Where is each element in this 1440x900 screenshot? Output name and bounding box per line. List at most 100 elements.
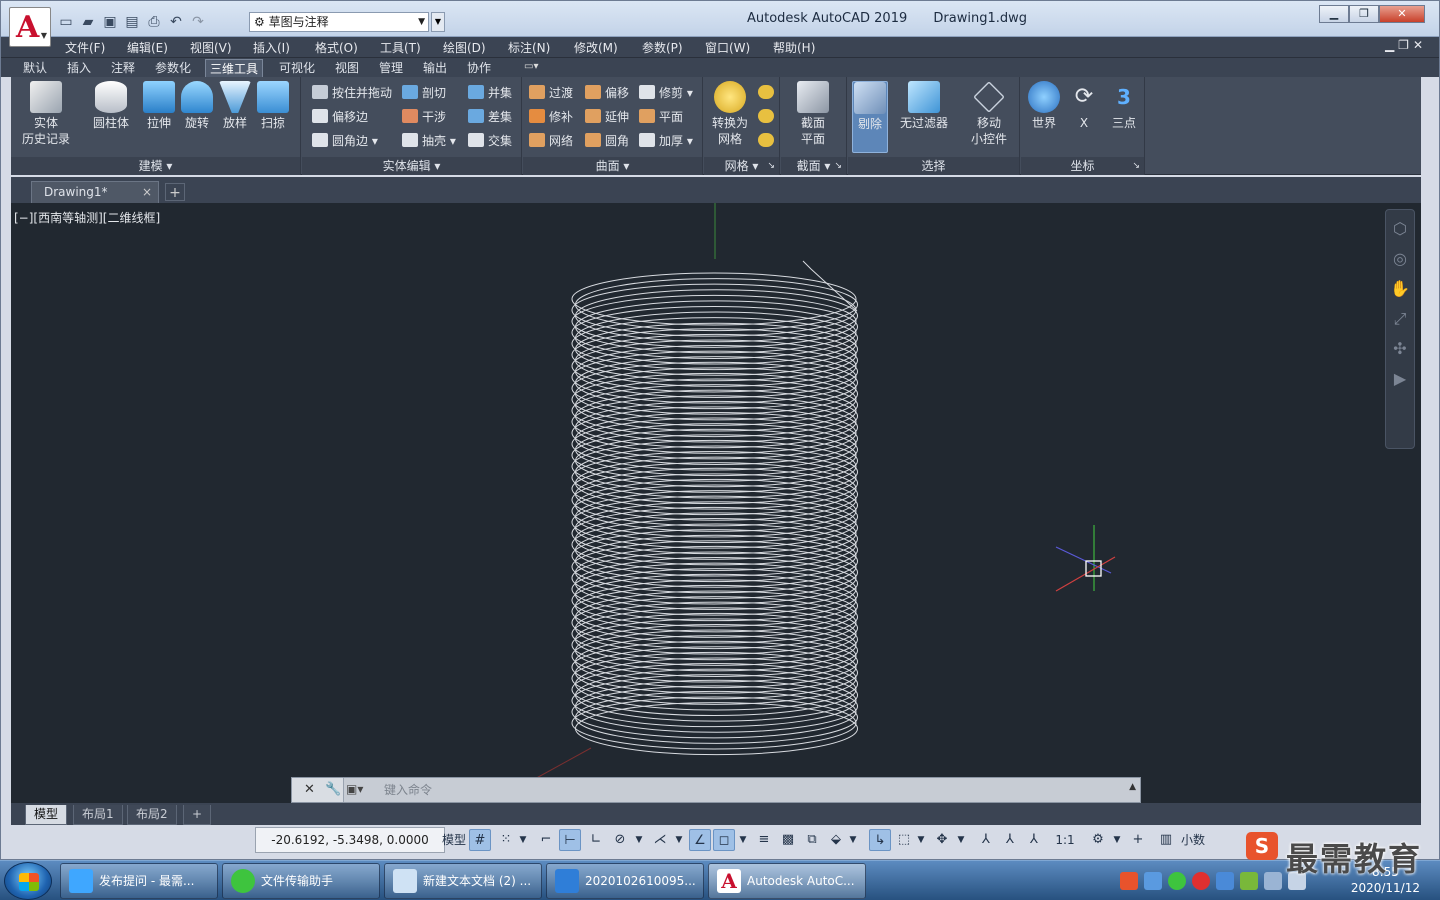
undo-icon[interactable]: ↶ — [167, 13, 185, 31]
annotation-visibility-icon[interactable]: ⅄ — [975, 829, 997, 851]
infer-constraints-icon[interactable]: ⌐ — [535, 829, 557, 851]
auto-scale-icon[interactable]: ⅄ — [999, 829, 1021, 851]
menu-modify[interactable]: 修改(M) — [574, 39, 618, 56]
taskbar-item-recording[interactable]: 2020102610095... — [546, 863, 704, 899]
chevron-down-icon[interactable]: ▼ — [737, 829, 749, 851]
shell-button[interactable]: 抽壳 ▾ — [402, 131, 456, 151]
dynamic-input-icon[interactable]: ⊢ — [559, 829, 581, 851]
intersect-button[interactable]: 交集 — [468, 131, 512, 151]
transparency-icon[interactable]: ▩ — [777, 829, 799, 851]
patch-button[interactable]: 修补 — [529, 107, 573, 127]
tab-parametric[interactable]: 参数化 — [151, 59, 195, 77]
ortho-icon[interactable]: ∟ — [585, 829, 607, 851]
mesh-crease-button[interactable] — [758, 131, 778, 151]
dynamic-ucs-icon[interactable]: ↳ — [869, 829, 891, 851]
sweep-button[interactable]: 扫掠 — [253, 81, 293, 131]
offset-button[interactable]: 偏移 — [585, 83, 629, 103]
close-icon[interactable]: ✕ — [304, 782, 315, 797]
gear-icon[interactable]: ⚙ — [1087, 829, 1109, 851]
ucs-x-button[interactable]: ⟳ X — [1067, 81, 1101, 131]
tab-layout2[interactable]: 布局2 — [127, 805, 177, 825]
chevron-down-icon[interactable]: ▼ — [517, 829, 529, 851]
drawing-viewport[interactable]: [−][西南等轴测][二维线框] ⬡ ◎ ✋ ⤢ ✣ ▶ — [11, 203, 1421, 803]
chevron-down-icon[interactable]: ▼ — [673, 829, 685, 851]
3d-osnap-icon[interactable]: ⬙ — [825, 829, 847, 851]
menu-draw[interactable]: 绘图(D) — [443, 39, 486, 56]
taskbar-item-autocad[interactable]: A Autodesk AutoC... — [708, 863, 866, 899]
tab-view[interactable]: 视图 — [331, 59, 363, 77]
selection-filter-icon[interactable]: ⬚ — [893, 829, 915, 851]
save-icon[interactable]: ▣ — [101, 13, 119, 31]
tab-default[interactable]: 默认 — [19, 59, 51, 77]
taskbar-item-browser[interactable]: 发布提问 - 最需... — [60, 863, 218, 899]
panel-coordinates-title[interactable]: 坐标 ↘ — [1021, 157, 1144, 175]
menu-window[interactable]: 窗口(W) — [705, 39, 750, 56]
presspull-button[interactable]: 按住并拖动 — [312, 83, 392, 103]
file-tab-drawing1[interactable]: Drawing1* × — [31, 181, 159, 203]
orbit-icon[interactable]: ✣ — [1389, 338, 1411, 360]
pan-hand-icon[interactable]: ✋ — [1389, 278, 1411, 300]
viewport-label[interactable]: [−][西南等轴测][二维线框] — [14, 209, 160, 226]
start-button[interactable] — [4, 862, 52, 900]
blend-button[interactable]: 过渡 — [529, 83, 573, 103]
move-gizmo-button[interactable]: 移动 小控件 — [964, 81, 1014, 147]
panel-section-title[interactable]: 截面 ▾ ↘ — [781, 157, 846, 175]
security-shield-icon[interactable] — [1216, 872, 1234, 890]
new-file-icon[interactable]: ▭ — [57, 13, 75, 31]
new-tab-button[interactable]: + — [165, 183, 185, 201]
chevron-down-icon[interactable]: ▼ — [955, 829, 967, 851]
menu-dimension[interactable]: 标注(N) — [508, 39, 550, 56]
close-button[interactable]: ✕ — [1379, 5, 1425, 23]
sogou-input-icon[interactable] — [1120, 872, 1138, 890]
interfere-button[interactable]: 干涉 — [402, 107, 446, 127]
panel-modeling-title[interactable]: 建模 ▾ — [11, 157, 300, 175]
mesh-smooth-button[interactable] — [758, 83, 778, 103]
tab-output[interactable]: 输出 — [419, 59, 451, 77]
ucs-world-button[interactable]: 世界 — [1027, 81, 1061, 131]
annotation-scale-icon[interactable]: ⅄ — [1023, 829, 1045, 851]
close-icon[interactable]: × — [142, 182, 152, 202]
convert-to-mesh-button[interactable]: 转换为 网格 — [708, 81, 752, 147]
selection-cycling-icon[interactable]: ⧉ — [801, 829, 823, 851]
chevron-up-icon[interactable]: ▲ — [1129, 782, 1136, 792]
tab-layout1[interactable]: 布局1 — [73, 805, 123, 825]
menu-parametric[interactable]: 参数(P) — [642, 39, 683, 56]
plus-icon[interactable]: + — [1127, 829, 1149, 851]
taskbar-item-wechat[interactable]: 文件传输助手 — [222, 863, 380, 899]
application-menu-button[interactable]: A ▼ — [9, 7, 51, 47]
tab-insert[interactable]: 插入 — [63, 59, 95, 77]
gizmo-icon[interactable]: ✥ — [931, 829, 953, 851]
save-as-icon[interactable]: ▤ — [123, 13, 141, 31]
coordinates-readout[interactable]: -20.6192, -5.3498, 0.0000 — [255, 827, 445, 853]
mesh-refine-button[interactable] — [758, 107, 778, 127]
units-value[interactable]: 小数 — [1177, 829, 1209, 851]
workspace-select[interactable]: ⚙ 草图与注释 ▼ — [249, 12, 429, 32]
tab-annotate[interactable]: 注释 — [107, 59, 139, 77]
zoom-icon[interactable]: ⤢ — [1389, 308, 1411, 330]
menu-file[interactable]: 文件(F) — [65, 39, 105, 56]
extend-button[interactable]: 延伸 — [585, 107, 629, 127]
restore-button[interactable]: ❐ — [1349, 5, 1379, 23]
ucs-3point-button[interactable]: 3 三点 — [1107, 81, 1141, 131]
network-drive-icon[interactable] — [1144, 872, 1162, 890]
command-input[interactable] — [384, 781, 1114, 799]
cylinder-button[interactable]: 圆柱体 — [91, 81, 131, 131]
tab-model[interactable]: 模型 — [25, 805, 68, 825]
lineweight-icon[interactable]: ≡ — [753, 829, 775, 851]
menu-edit[interactable]: 编辑(E) — [127, 39, 168, 56]
ribbon-toggle-icon[interactable]: ▭▾ — [524, 61, 538, 72]
snap-icon[interactable]: ⁙ — [495, 829, 517, 851]
showmotion-icon[interactable]: ▶ — [1389, 368, 1411, 390]
solid-history-button[interactable]: 实体 历史记录 — [21, 81, 71, 147]
chevron-down-icon[interactable]: ▼ — [847, 829, 859, 851]
mdi-controls[interactable]: ▁❐✕ — [1385, 38, 1427, 52]
network-button[interactable]: 网络 — [529, 131, 573, 151]
union-button[interactable]: 并集 — [468, 83, 512, 103]
qat-customize-button[interactable]: ▼ — [431, 12, 445, 32]
section-plane-button[interactable]: 截面 平面 — [793, 81, 833, 147]
redo-icon[interactable]: ↷ — [189, 13, 207, 31]
grid-icon[interactable]: # — [469, 829, 491, 851]
wrench-icon[interactable]: 🔧 — [325, 782, 341, 797]
add-layout-button[interactable]: + — [183, 805, 212, 825]
tab-manage[interactable]: 管理 — [375, 59, 407, 77]
